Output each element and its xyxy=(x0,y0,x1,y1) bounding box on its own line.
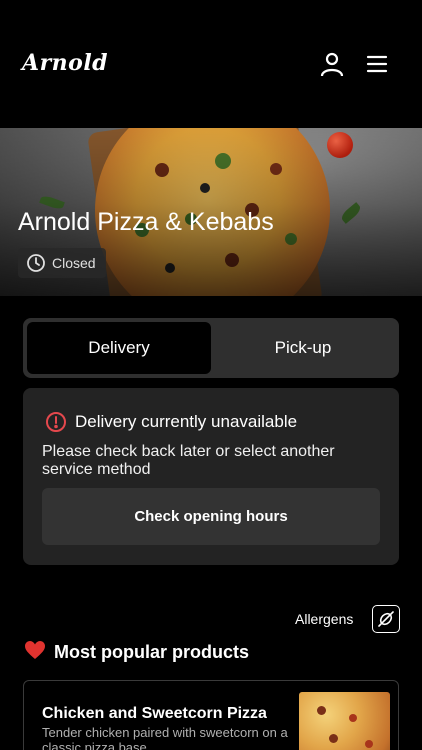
allergens-icon[interactable] xyxy=(372,605,400,633)
clock-icon xyxy=(27,254,45,272)
status-badge: Closed xyxy=(18,248,106,278)
hamburger-menu-icon[interactable] xyxy=(363,50,391,78)
popular-products-heading: Most popular products xyxy=(24,640,249,665)
tab-delivery[interactable]: Delivery xyxy=(27,322,211,374)
notice-title: Delivery currently unavailable xyxy=(75,412,298,431)
notice-description: Please check back later or select anothe… xyxy=(42,443,335,478)
service-method-toggle: Delivery Pick-up xyxy=(23,318,399,378)
allergens-label[interactable]: Allergens xyxy=(295,611,353,627)
product-description: Tender chicken paired with sweetcorn on … xyxy=(42,725,288,750)
delivery-unavailable-card: Delivery currently unavailable Please ch… xyxy=(23,388,399,565)
tab-pickup[interactable]: Pick-up xyxy=(211,322,395,374)
product-image xyxy=(299,692,390,750)
brand-logo[interactable]: Arnold xyxy=(22,50,108,76)
restaurant-hero: Arnold Pizza & Kebabs Closed xyxy=(0,128,422,296)
restaurant-name: Arnold Pizza & Kebabs xyxy=(18,208,274,236)
alert-circle-icon xyxy=(46,412,66,432)
app-header: Arnold xyxy=(0,0,422,128)
section-title: Most popular products xyxy=(54,642,249,662)
check-opening-hours-button[interactable]: Check opening hours xyxy=(42,488,380,545)
status-label: Closed xyxy=(52,255,96,271)
product-name: Chicken and Sweetcorn Pizza xyxy=(42,705,267,722)
heart-icon xyxy=(24,640,46,665)
product-card[interactable]: Chicken and Sweetcorn Pizza Tender chick… xyxy=(23,680,399,750)
user-icon[interactable] xyxy=(318,50,346,78)
